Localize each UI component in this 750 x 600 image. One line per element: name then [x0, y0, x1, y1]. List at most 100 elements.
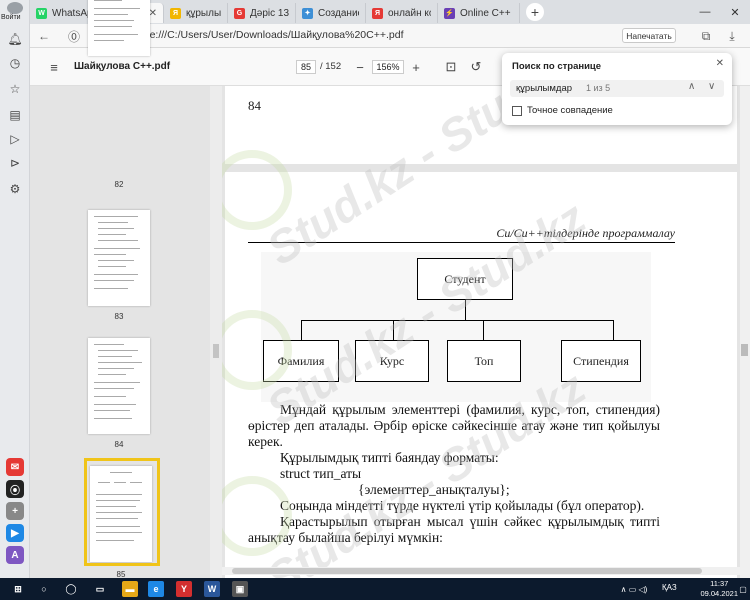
store-icon[interactable]: ▣ [232, 581, 248, 597]
thumbnail-text-line [94, 216, 138, 217]
browser-tab[interactable]: G Дәріс 13. К [228, 3, 296, 23]
bell-icon[interactable]: 🔔︎ [7, 31, 23, 47]
profile-avatar[interactable] [7, 2, 23, 14]
pdf-page-85: Си/Си++тілдерінде программалау Студент Ф… [225, 172, 737, 578]
diagram-connector [465, 300, 466, 320]
word-icon[interactable]: W [204, 581, 220, 597]
thumbnail-text-line [98, 350, 138, 351]
tab-favicon-icon: W [36, 7, 47, 19]
zoom-level[interactable]: 156% [372, 60, 404, 74]
browser-sidebar: Войти 🔔︎ ◷ ☆ ▤ ▷ ⊳ ⚙ ✉ ⦿ + ▶ A [0, 0, 30, 578]
find-query[interactable]: құрылымдар [516, 83, 572, 94]
system-tray-icons[interactable]: ∧ ▭ ◁) [612, 581, 656, 597]
zoom-in-icon[interactable]: + [408, 59, 424, 75]
tab-label: Создание т [318, 7, 359, 19]
tab-label: құрылымд [186, 7, 221, 19]
file-explorer-icon[interactable]: ▬ [122, 581, 138, 597]
vertical-scrollbar[interactable] [740, 86, 750, 578]
edge-icon[interactable]: e [148, 581, 164, 597]
horizontal-scroll-thumb[interactable] [232, 568, 702, 574]
browser-tab[interactable]: ⚡ Online C++ [438, 3, 520, 23]
tab-favicon-icon: G [234, 7, 245, 19]
find-input[interactable]: құрылымдар 1 из 5 ∧ ∨ [510, 80, 724, 97]
menu-icon[interactable]: ≡ [46, 59, 62, 75]
rotate-icon[interactable]: ↺ [468, 59, 484, 75]
protect-icon[interactable]: ⓪ [66, 28, 82, 44]
diagram-connector [483, 320, 484, 340]
thumbnail-text-line [98, 234, 126, 235]
diagram-child-box: Курс [355, 340, 429, 382]
diagram-child-box: Топ [447, 340, 521, 382]
video-icon[interactable]: ▷ [7, 131, 23, 147]
find-title: Поиск по странице [512, 61, 602, 72]
browser-tab[interactable]: Яқұрылымд [164, 3, 228, 23]
thumbnail-text-line [94, 288, 128, 289]
thumbnail-text-line [98, 356, 132, 357]
cortana-icon[interactable]: ◯ [56, 581, 86, 597]
video-app-icon[interactable]: ⦿ [6, 480, 24, 498]
notifications-icon[interactable]: ▢ [738, 581, 748, 597]
browser-tab[interactable]: ✦ Создание т [296, 3, 366, 23]
collections-icon[interactable]: ▤ [7, 107, 23, 123]
add-app-icon[interactable]: + [6, 502, 24, 520]
thumbnail-text-line [98, 228, 134, 229]
pdf-title: Шайқулова C++.pdf [74, 61, 171, 72]
thumbnail-page-label: 83 [114, 312, 124, 321]
page-thumbnail[interactable] [88, 338, 150, 434]
clock[interactable]: 11:37 09.04.2021 [700, 579, 738, 599]
thumbnail-text-line [94, 396, 126, 397]
close-icon[interactable]: ✕ [716, 58, 724, 69]
url-field[interactable]: file:///C:/Users/User/Downloads/Шайқулов… [142, 29, 404, 41]
body-paragraph: Мұндай құрылым элементтері (фамилия, кур… [248, 402, 660, 449]
taskview-icon[interactable]: ▭ [92, 581, 108, 597]
page-number-input[interactable]: 85 [296, 60, 316, 74]
close-window-icon[interactable]: ✕ [720, 0, 750, 24]
mail-app-icon[interactable]: ✉ [6, 458, 24, 476]
search-icon[interactable]: ○ [36, 581, 52, 597]
profile-label[interactable]: Войти [1, 14, 21, 21]
code-line: struct тип_аты [280, 466, 362, 481]
music-app-icon[interactable]: ▶ [6, 524, 24, 542]
tab-label: Дәріс 13. К [250, 7, 289, 19]
language-indicator[interactable]: ҚАЗ [662, 583, 677, 592]
find-on-page-popup: Поиск по странице ✕ құрылымдар 1 из 5 ∧ … [502, 53, 732, 125]
star-icon[interactable]: ☆ [7, 81, 23, 97]
exact-match-checkbox[interactable] [512, 106, 522, 116]
settings-icon[interactable]: ⚙ [7, 181, 23, 197]
print-button[interactable]: Напечатать [622, 28, 676, 43]
fit-page-icon[interactable]: ⊡ [443, 59, 459, 75]
thumbnail-text-line [94, 40, 124, 41]
tab-favicon-icon: Я [372, 7, 383, 19]
windows-taskbar: ⊞ ○ ▭ ▬ e Y W ▣ ◯ ∧ ▭ ◁) ҚАЗ 11:37 09.04.2021 ▢ [0, 578, 750, 600]
exact-match-label[interactable]: Точное совпадение [527, 105, 613, 116]
code-line: {элементтер_анықталуы}; [358, 482, 510, 497]
chevron-up-icon[interactable]: ∧ [688, 81, 695, 92]
tab-label: онлайн ком [388, 7, 431, 19]
diagram-child-box: Фамилия [263, 340, 339, 382]
thumbnail-text-line [98, 362, 142, 363]
minimize-icon[interactable]: — [690, 0, 720, 24]
new-tab-button[interactable]: + [526, 3, 544, 21]
play-icon[interactable]: ⊳ [7, 155, 23, 171]
vertical-scroll-thumb[interactable] [741, 344, 748, 356]
selected-thumbnail-frame[interactable] [84, 458, 160, 566]
yandex-browser-icon[interactable]: Y [176, 581, 192, 597]
thumbnail-text-line [98, 240, 138, 241]
history-icon[interactable]: ◷ [7, 55, 23, 71]
page-thumbnail[interactable] [88, 210, 150, 306]
extensions-icon[interactable]: ⧉ [698, 28, 714, 44]
horizontal-scrollbar[interactable] [222, 567, 740, 575]
back-icon[interactable]: ← [36, 28, 52, 44]
alice-app-icon[interactable]: A [6, 546, 24, 564]
thumbnail-text-line [94, 14, 128, 15]
start-button[interactable]: ⊞ [10, 581, 26, 597]
browser-tab[interactable]: Яонлайн ком [366, 3, 438, 23]
chevron-down-icon[interactable]: ∨ [708, 81, 715, 92]
page-thumbnail[interactable] [88, 0, 150, 56]
thumbnail-text-line [94, 0, 122, 1]
thumbnail-page-label: 82 [114, 180, 124, 189]
thumbnail-scrollbar[interactable] [213, 344, 219, 358]
download-icon[interactable]: ⤓ [724, 28, 740, 44]
zoom-out-icon[interactable]: − [352, 59, 368, 75]
diagram-connector [613, 320, 614, 340]
